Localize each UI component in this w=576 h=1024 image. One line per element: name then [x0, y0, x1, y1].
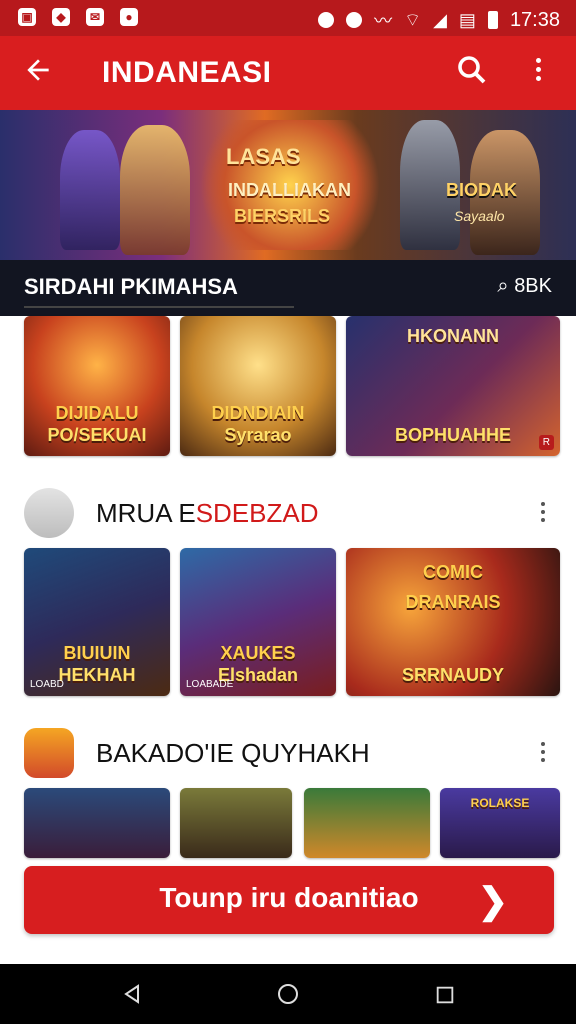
section-more-icon[interactable]	[538, 738, 548, 768]
section-avatar	[24, 728, 74, 778]
banner-divider	[24, 306, 294, 308]
primary-cta-button[interactable]: Tounp iru doanitiao ❯	[24, 866, 554, 934]
signal-icon: ◢	[433, 9, 447, 30]
hero-title-line2: BIERSRILS	[234, 206, 331, 226]
game-tile[interactable]: BIUIUIN HEKHAH LOABD	[24, 548, 170, 696]
section-avatar	[24, 488, 74, 538]
game-tile[interactable]: HKONANN BOPHUAHHE R	[346, 316, 560, 456]
section-title: BAKADO'IE QUYHAKH	[96, 738, 370, 768]
chevron-right-icon: ❯	[477, 880, 508, 921]
record-icon	[318, 12, 335, 28]
banner-action[interactable]: ⌕ 8BK	[497, 275, 552, 298]
location-icon: ◆	[52, 8, 70, 26]
banner-action-label: 8BK	[514, 275, 552, 297]
game-tile[interactable]: XAUKES Elshadan LOABADE	[180, 548, 336, 696]
game-tile[interactable]: DIDNDIAIN Syrarao	[180, 316, 336, 456]
tile-title: XAUKES	[220, 643, 296, 663]
search-icon: ⌕	[497, 275, 509, 297]
hero-right-title: BIODAK	[446, 180, 517, 200]
banner-title: SIRDAHI PKIMAHSA	[24, 274, 238, 299]
mail-icon: ✉	[86, 8, 104, 26]
search-icon[interactable]	[454, 52, 498, 96]
page-title: INDANEASI	[102, 56, 272, 89]
hero-badge: LASAS	[226, 144, 301, 169]
tile-badge: R	[538, 435, 554, 450]
banner-caption-bar: SIRDAHI PKIMAHSA ⌕ 8BK	[0, 260, 576, 316]
tile-title: HKONANN	[407, 326, 499, 346]
nav-back-icon[interactable]	[120, 982, 144, 1011]
nav-home-icon[interactable]	[276, 982, 300, 1011]
game-tile[interactable]: ROLAKSE	[440, 788, 560, 858]
tile-subtitle: PO/SEKUAI	[47, 425, 147, 445]
section-more-icon[interactable]	[538, 498, 548, 528]
wifi-icon: ⌔	[404, 9, 422, 30]
back-arrow-icon[interactable]	[22, 54, 62, 94]
tile-label: LOABD	[30, 679, 64, 690]
game-tile[interactable]: COMIC DRANRAIS SRRNAUDY	[346, 548, 560, 696]
tile-badge: COMIC	[423, 562, 483, 582]
game-tile[interactable]	[24, 788, 170, 858]
tile-title: DIDNDIAIN	[211, 403, 305, 423]
photo-icon: ▤	[458, 9, 476, 30]
record-icon: ●	[120, 8, 138, 26]
tile-label: LOABADE	[186, 679, 234, 690]
status-time: 17:38	[509, 8, 560, 31]
tile-subtitle: SRRNAUDY	[401, 665, 504, 685]
hero-right-subtitle: Sayaalo	[454, 208, 505, 224]
image-icon: ▣	[18, 8, 36, 26]
vibrate-icon: 〰	[374, 11, 393, 31]
hero-title-line1: INDALLIAKAN	[228, 180, 351, 200]
tile-subtitle: Syrarao	[224, 425, 292, 445]
system-nav-bar	[0, 964, 576, 1024]
game-tile[interactable]	[180, 788, 292, 858]
more-vert-icon[interactable]	[526, 54, 550, 94]
tile-title: DIJIDALU	[55, 403, 139, 423]
tile-title: ROLAKSE	[470, 796, 530, 810]
game-tile[interactable]	[304, 788, 430, 858]
section-title: MRUA ESDEBZAD	[96, 498, 319, 528]
hero-banner[interactable]: LASAS INDALLIAKAN BIERSRILS BIODAK Sayaa…	[0, 110, 576, 260]
nav-recents-icon[interactable]	[434, 984, 456, 1011]
tile-title: DRANRAIS	[405, 592, 501, 612]
tile-subtitle: BOPHUAHHE	[394, 425, 511, 445]
game-tile[interactable]: DIJIDALU PO/SEKUAI	[24, 316, 170, 456]
tile-title: BIUIUIN	[63, 643, 131, 663]
cta-label: Tounp iru doanitiao	[159, 882, 419, 913]
battery-icon	[487, 11, 498, 29]
app-bar: INDANEASI	[0, 36, 576, 110]
status-bar: ▣ ◆ ✉ ● 〰 ⌔ ◢ ▤ 17:38	[0, 0, 576, 36]
data-icon	[346, 12, 363, 28]
